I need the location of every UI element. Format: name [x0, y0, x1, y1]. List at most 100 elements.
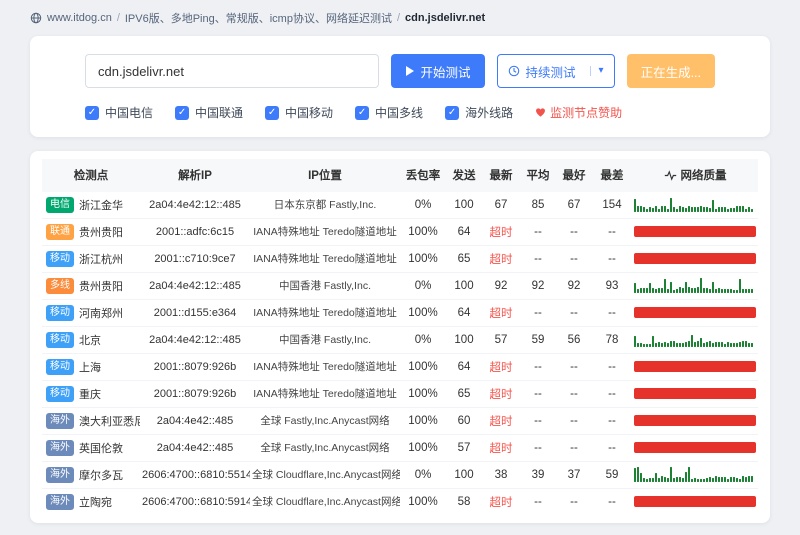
ip-location: 中国香港 Fastly,Inc. — [250, 326, 400, 354]
resolved-ip: 2a04:4e42:12::485 — [140, 272, 250, 300]
sent-count: 64 — [446, 299, 482, 327]
quality-sparkline — [634, 467, 756, 482]
checkbox-checked-icon[interactable]: ✓ — [85, 105, 99, 120]
loss-rate: 100% — [400, 245, 446, 273]
node-name: 北京 — [79, 334, 101, 347]
results-table-card: 检测点 解析IP IP位置 丢包率 发送 最新 平均 最好 最差 网络质量 电信… — [30, 151, 770, 523]
avg-value: -- — [534, 495, 542, 508]
sponsor-heart-icon — [535, 107, 546, 118]
line-filter-label: 海外线路 — [465, 106, 514, 120]
line-filter-checkbox-5[interactable]: ✓ 海外线路 — [445, 104, 513, 121]
ip-location: 全球 Fastly,Inc.Anycast网络 — [250, 434, 400, 462]
node-name: 贵州贵阳 — [79, 226, 123, 239]
latest-value: 超时 — [482, 407, 520, 435]
resolved-ip: 2a04:4e42:12::485 — [140, 326, 250, 354]
line-type-badge: 移动 — [46, 385, 74, 402]
latest-value: 超时 — [489, 496, 513, 509]
quality-timeout-bar — [634, 307, 756, 318]
line-filter-checkbox-3[interactable]: ✓ 中国移动 — [265, 104, 333, 121]
latest-value: 超时 — [482, 353, 520, 381]
loss-rate: 0% — [400, 326, 446, 354]
sent-count: 58 — [457, 495, 471, 508]
worst-value: -- — [592, 218, 632, 246]
sent-count: 65 — [446, 245, 482, 273]
breadcrumb-separator: / — [116, 12, 120, 24]
quality-timeout-bar — [634, 226, 756, 237]
best-value: -- — [556, 380, 592, 408]
network-quality-cell — [632, 434, 758, 462]
network-quality-cell — [632, 380, 758, 408]
line-filter-label: 中国移动 — [285, 106, 334, 120]
quality-timeout-bar — [634, 496, 756, 507]
network-quality-cell — [632, 488, 758, 515]
line-filter-checkbox-4[interactable]: ✓ 中国多线 — [355, 104, 423, 121]
breadcrumb-site[interactable]: www.itdog.cn — [47, 12, 112, 24]
loss-rate: 100% — [400, 299, 446, 327]
network-quality-cell — [632, 191, 758, 219]
avg-value: 92 — [520, 272, 556, 300]
quality-sparkline — [634, 278, 756, 293]
start-test-label: 开始测试 — [420, 65, 471, 80]
continuous-test-label: 持续测试 — [525, 65, 576, 80]
result-row: 移动 上海 2001::8079:926b IANA特殊地址 Teredo隧道地址 10… — [42, 353, 758, 381]
sent-count: 64 — [446, 218, 482, 246]
start-test-button[interactable]: 开始测试 — [390, 54, 485, 88]
best-value: -- — [556, 299, 592, 327]
sponsor-label: 监测节点赞助 — [550, 106, 623, 120]
continuous-test-button[interactable]: 持续测试 ▾ — [496, 54, 615, 88]
checkbox-checked-icon[interactable]: ✓ — [355, 105, 370, 120]
breadcrumb-separator: / — [396, 12, 401, 24]
sent-count: 100 — [446, 461, 482, 489]
worst-value: 154 — [592, 191, 632, 219]
latest-value: 38 — [482, 461, 520, 489]
ip-location: 全球 Fastly,Inc.Anycast网络 — [250, 407, 400, 435]
avg-value: -- — [520, 434, 556, 462]
checkbox-checked-icon[interactable]: ✓ — [445, 105, 460, 120]
line-filter-row: ✓ 中国电信 ✓ 中国联通 ✓ 中国移动 ✓ 中国多线 ✓ 海外线路 监测节点赞助 — [85, 104, 715, 121]
checkbox-checked-icon[interactable]: ✓ — [175, 105, 190, 120]
network-quality-cell — [632, 272, 758, 300]
sent-count: 60 — [446, 407, 482, 435]
loss-rate: 100% — [400, 380, 446, 408]
network-quality-icon — [664, 169, 677, 181]
result-row: 多线 贵州贵阳 2a04:4e42:12::485 中国香港 Fastly,Inc. 0… — [42, 272, 758, 300]
col-header-avg: 平均 — [520, 159, 556, 192]
worst-value: -- — [592, 245, 632, 273]
line-type-badge: 移动 — [46, 331, 74, 348]
network-quality-cell — [632, 353, 758, 381]
line-filters: ✓ 中国电信 ✓ 中国联通 ✓ 中国移动 ✓ 中国多线 ✓ 海外线路 — [85, 104, 513, 121]
resolved-ip: 2a04:4e42::485 — [140, 407, 250, 435]
sent-count: 57 — [446, 434, 482, 462]
quality-timeout-bar — [634, 442, 756, 453]
worst-value: -- — [608, 495, 616, 508]
best-value: 92 — [556, 272, 592, 300]
chevron-down-icon[interactable]: ▾ — [589, 66, 604, 76]
line-type-badge: 多线 — [46, 277, 74, 294]
best-value: -- — [556, 407, 592, 435]
sponsor-link[interactable]: 监测节点赞助 — [535, 104, 622, 121]
table-header-row: 检测点 解析IP IP位置 丢包率 发送 最新 平均 最好 最差 网络质量 — [42, 159, 758, 192]
loss-rate: 0% — [400, 461, 446, 489]
best-value: 56 — [556, 326, 592, 354]
breadcrumb: www.itdog.cn / IPV6版、多地Ping、常规版、icmp协议、网… — [30, 10, 770, 26]
play-icon — [405, 66, 415, 76]
quality-sparkline — [634, 197, 756, 212]
node-name: 英国伦敦 — [79, 442, 123, 455]
col-header-quality: 网络质量 — [632, 159, 758, 192]
network-quality-cell — [632, 245, 758, 273]
checkbox-checked-icon[interactable]: ✓ — [265, 105, 280, 120]
line-filter-checkbox-2[interactable]: ✓ 中国联通 — [175, 104, 243, 121]
ip-location: 中国香港 Fastly,Inc. — [250, 272, 400, 300]
result-row: 海外 立陶宛 2606:4700::6810:5914 全球 Cloudflare,I… — [42, 488, 758, 515]
line-filter-checkbox-1[interactable]: ✓ 中国电信 — [85, 104, 153, 121]
best-value: -- — [556, 245, 592, 273]
generating-label: 正在生成... — [640, 65, 701, 80]
col-header-node: 检测点 — [42, 159, 140, 192]
avg-value: -- — [520, 407, 556, 435]
resolved-ip: 2a04:4e42:12::485 — [140, 191, 250, 219]
avg-value: -- — [520, 353, 556, 381]
latest-value: 超时 — [482, 434, 520, 462]
loss-rate: 100% — [408, 495, 438, 508]
target-host-input[interactable] — [85, 54, 379, 88]
line-type-badge: 移动 — [46, 250, 74, 267]
